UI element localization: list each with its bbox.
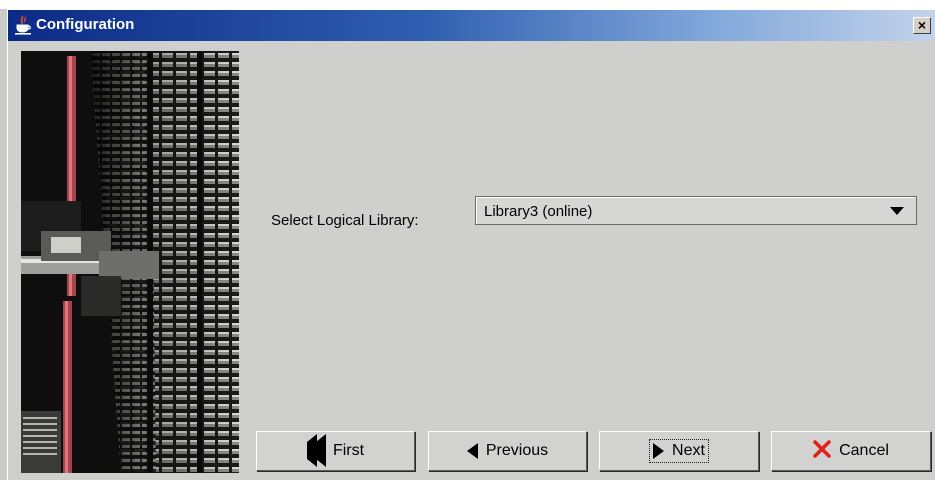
window-title: Configuration (36, 16, 135, 33)
red-x-icon (813, 439, 831, 463)
first-button[interactable]: First (256, 431, 415, 471)
configuration-dialog: Configuration × Select Logical Library: … (7, 9, 935, 480)
logical-library-value: Library3 (online) (484, 203, 593, 220)
previous-button[interactable]: Previous (428, 431, 587, 471)
next-focus-ring: Next (649, 439, 709, 463)
previous-button-label: Previous (485, 442, 549, 459)
arrow-right-icon (653, 443, 665, 459)
cancel-button-label: Cancel (839, 442, 889, 459)
tape-library-photo (21, 51, 239, 473)
top-strip (0, 0, 935, 9)
close-icon: × (917, 17, 927, 33)
title-bar[interactable]: Configuration × (8, 10, 935, 41)
select-library-label: Select Logical Library: (271, 212, 419, 229)
logical-library-select[interactable]: Library3 (online) (475, 196, 917, 225)
arrow-left-icon (466, 443, 478, 459)
next-button-label: Next (672, 442, 705, 459)
next-button[interactable]: Next (599, 431, 759, 471)
java-cup-icon (14, 15, 32, 35)
close-button[interactable]: × (913, 17, 931, 34)
chevron-down-icon[interactable] (890, 207, 904, 215)
double-arrow-left-icon (306, 434, 326, 467)
cancel-button[interactable]: Cancel (771, 431, 931, 471)
first-button-label: First (332, 442, 365, 459)
